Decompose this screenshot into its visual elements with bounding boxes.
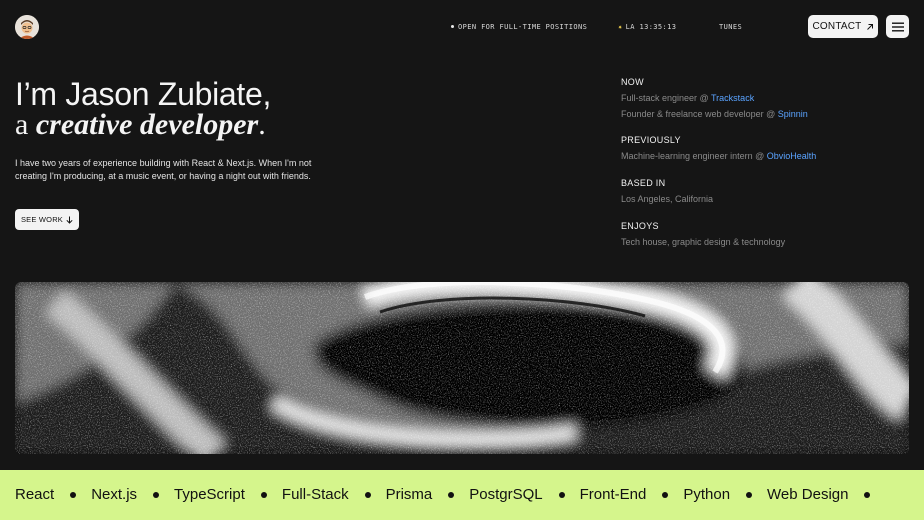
info-previously: PREVIOUSLY Machine-learning engineer int… xyxy=(621,135,911,161)
obviohealth-link[interactable]: ObvioHealth xyxy=(767,151,817,161)
tunes-link[interactable]: TUNES xyxy=(719,23,742,31)
memoji-avatar-icon xyxy=(15,15,39,39)
bullet-dot-icon xyxy=(558,491,565,498)
bullet-dot-icon xyxy=(864,491,871,498)
hero-subtitle-suffix: . xyxy=(258,108,266,141)
skill-item: Web Design xyxy=(767,486,849,503)
contact-button-label: CONTACT xyxy=(812,21,862,32)
hero-subtitle-prefix: a xyxy=(15,108,36,141)
bullet-dot-icon xyxy=(260,491,267,498)
skill-item: React xyxy=(15,486,55,503)
generative-art-panel xyxy=(15,282,909,454)
skill-item: TypeScript xyxy=(174,486,245,503)
status-dot-icon xyxy=(451,25,454,28)
contact-button[interactable]: CONTACT xyxy=(808,15,878,38)
bullet-dot-icon xyxy=(70,491,77,498)
skill-item: Python xyxy=(683,486,731,503)
trackstack-link[interactable]: Trackstack xyxy=(711,93,754,103)
hamburger-menu-icon xyxy=(891,22,904,31)
bullet-dot-icon xyxy=(662,491,669,498)
info-heading-now: NOW xyxy=(621,77,644,87)
bullet-dot-icon xyxy=(746,491,753,498)
bullet-dot-icon xyxy=(448,491,455,498)
info-heading-previously: PREVIOUSLY xyxy=(621,135,681,145)
skill-item: Prisma xyxy=(385,486,433,503)
info-line: Machine-learning engineer intern @ Obvio… xyxy=(621,151,911,161)
info-line: Full-stack engineer @ Trackstack xyxy=(621,93,911,103)
availability-text: OPEN FOR FULL-TIME POSITIONS xyxy=(458,23,588,31)
sun-icon: ✷ xyxy=(618,23,623,31)
info-heading-based-in: BASED IN xyxy=(621,178,666,188)
local-time: ✷ LA 13:35:13 xyxy=(618,23,676,31)
info-now: NOW Full-stack engineer @ Trackstack Fou… xyxy=(621,77,911,119)
info-line: Los Angeles, California xyxy=(621,194,714,204)
hero-subtitle-emphasis: creative developer xyxy=(35,108,259,141)
skill-item: PostgrSQL xyxy=(469,486,543,503)
arrow-up-right-icon xyxy=(866,23,873,30)
skills-marquee: React Next.js TypeScript Full-Stack Prisma Po… xyxy=(0,470,924,520)
info-enjoys: ENJOYS Tech house, graphic design & tech… xyxy=(621,221,911,247)
availability-status: OPEN FOR FULL-TIME POSITIONS xyxy=(451,23,587,31)
see-work-label: SEE WORK xyxy=(20,215,64,224)
info-text: Full-stack engineer @ xyxy=(621,93,712,103)
info-text: Machine-learning engineer intern @ xyxy=(621,151,767,161)
bullet-dot-icon xyxy=(153,491,160,498)
info-line: Tech house, graphic design & technology xyxy=(621,237,786,247)
skill-item: Next.js xyxy=(91,486,138,503)
hero-bio: I have two years of experience building … xyxy=(15,158,312,181)
menu-button[interactable] xyxy=(886,15,909,38)
info-line: Founder & freelance web developer @ Spin… xyxy=(621,109,911,119)
noise-swirl-artwork xyxy=(15,282,909,454)
skill-item: Front-End xyxy=(579,486,647,503)
spinnin-link[interactable]: Spinnin xyxy=(778,109,808,119)
info-based-in: BASED IN Los Angeles, California xyxy=(621,178,911,204)
hero-subtitle: a creative developer. xyxy=(15,108,266,142)
info-heading-enjoys: ENJOYS xyxy=(621,221,659,231)
arrow-down-icon xyxy=(66,216,73,224)
bullet-dot-icon xyxy=(364,491,371,498)
local-time-text: LA 13:35:13 xyxy=(625,23,677,31)
skill-item: Full-Stack xyxy=(281,486,349,503)
avatar[interactable] xyxy=(15,15,39,39)
info-text: Founder & freelance web developer @ xyxy=(621,109,778,119)
skills-track: React Next.js TypeScript Full-Stack Prisma Po… xyxy=(15,486,885,503)
see-work-button[interactable]: SEE WORK xyxy=(15,209,79,230)
